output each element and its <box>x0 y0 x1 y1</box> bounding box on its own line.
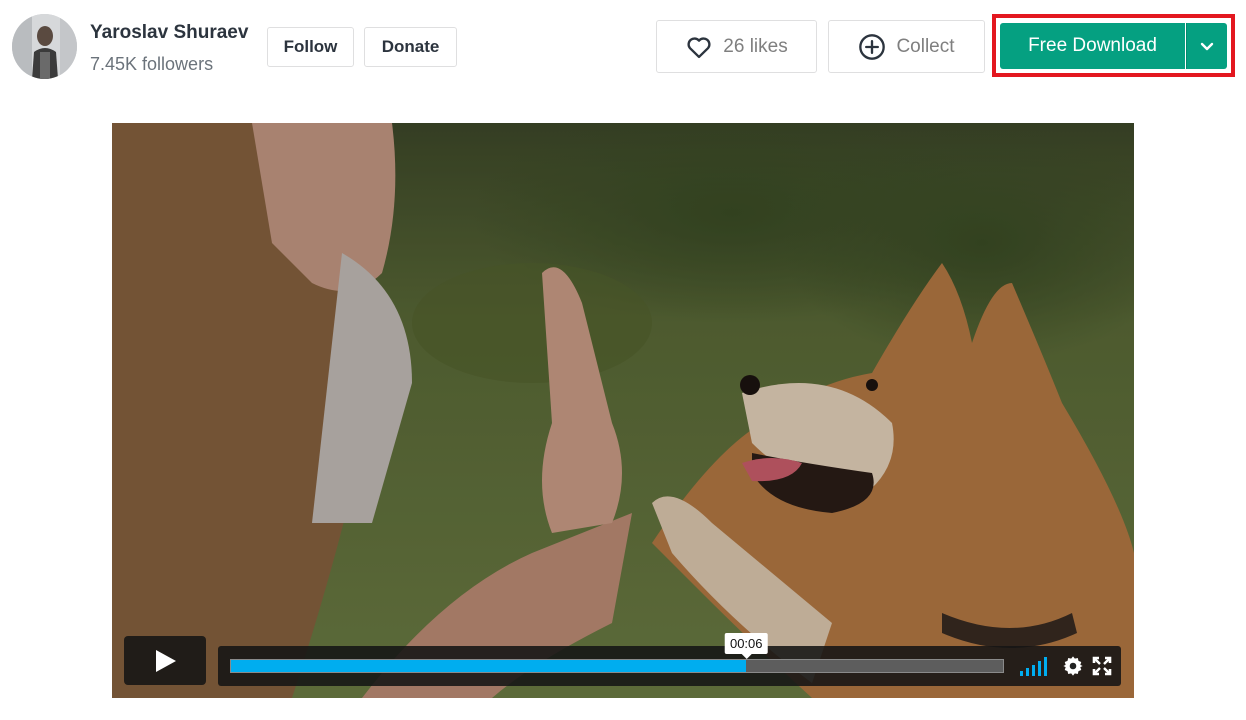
like-count: 26 likes <box>723 35 788 57</box>
like-button[interactable]: 26 likes <box>656 20 817 73</box>
video-controls <box>218 646 1121 686</box>
plus-circle-icon <box>858 33 886 61</box>
video-frame <box>112 123 1134 698</box>
author-avatar[interactable] <box>12 14 77 79</box>
volume-icon[interactable] <box>1019 655 1049 677</box>
collect-button[interactable]: Collect <box>828 20 985 73</box>
author-name[interactable]: Yaroslav Shuraev <box>90 22 248 44</box>
follower-count: 7.45K followers <box>90 54 214 74</box>
download-options-button[interactable] <box>1186 23 1227 69</box>
fullscreen-icon[interactable] <box>1092 656 1112 676</box>
free-download-button[interactable]: Free Download <box>1000 23 1185 69</box>
progress-fill <box>231 660 746 672</box>
play-button[interactable] <box>124 636 206 685</box>
gear-icon[interactable] <box>1062 655 1084 677</box>
collect-label: Collect <box>896 35 955 57</box>
donate-button[interactable]: Donate <box>364 27 457 67</box>
heart-icon <box>685 33 713 61</box>
chevron-down-icon <box>1199 38 1215 54</box>
follow-button[interactable]: Follow <box>267 27 354 67</box>
progress-bar[interactable] <box>230 659 1004 673</box>
play-icon <box>152 648 178 674</box>
video-player[interactable]: 00:06 <box>112 123 1134 698</box>
time-tooltip: 00:06 <box>724 633 768 659</box>
